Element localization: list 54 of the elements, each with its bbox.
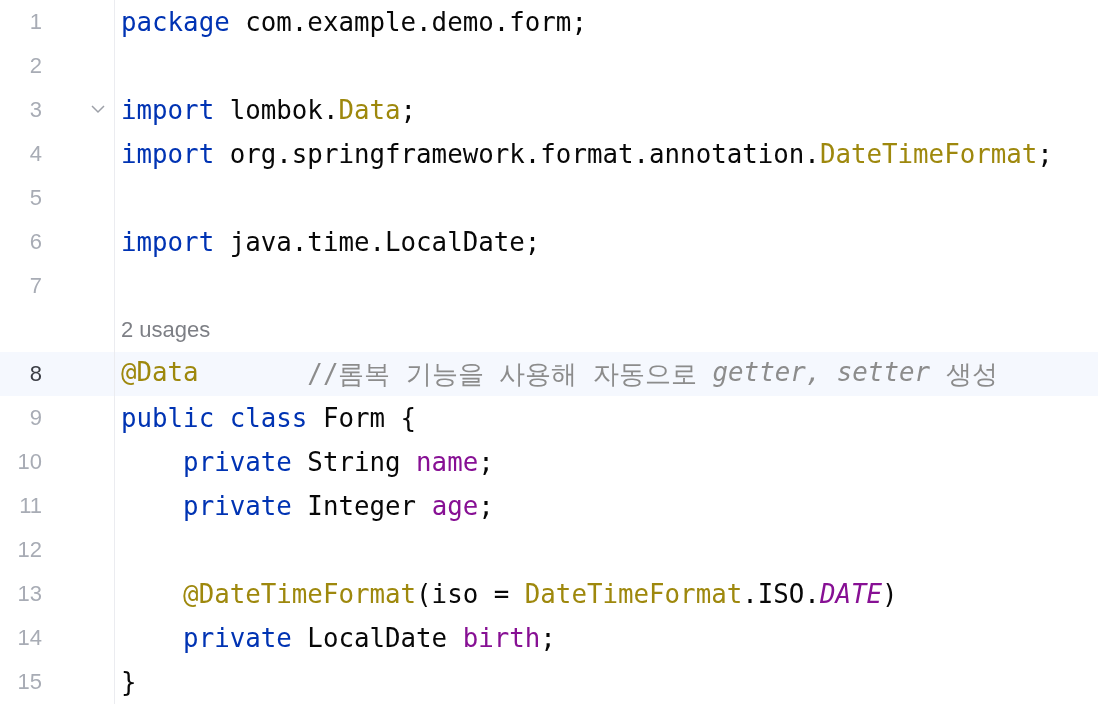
code-text: java.time.LocalDate; [228,227,541,257]
code-comment: 생성 [944,357,998,391]
code-annotation: Data [338,95,401,125]
code-text: String [306,447,402,477]
code-keyword: package [121,7,230,37]
code-text: lombok. [228,95,339,125]
code-keyword: import [121,139,215,169]
line-number: 14 [16,625,42,651]
line-number: 3 [28,97,42,123]
line-number: 10 [16,449,42,475]
code-text: ; [1037,139,1053,169]
line-number: 12 [16,537,42,563]
code-text: ; [400,95,417,125]
line-number: 1 [28,9,42,35]
code-field: birth [462,623,541,653]
code-text: com.example.demo.form; [244,7,587,37]
fold-chevron-icon[interactable] [91,104,105,114]
line-number: 9 [28,405,42,431]
code-keyword: import [121,95,215,125]
code-text: (iso = [416,579,511,609]
code-text: } [121,667,137,697]
code-field: age [431,491,479,521]
line-number: 15 [16,669,42,695]
code-keyword: public class [121,403,308,433]
code-text: Form { [321,403,417,433]
line-number: 2 [28,53,42,79]
line-number: 8 [28,361,42,387]
usages-hint[interactable]: 2 usages [115,317,211,343]
code-comment: //롬복 기능을 사용해 자동으로 [306,357,699,391]
code-text: LocalDate [306,623,449,653]
code-comment: getter, setter [712,356,930,389]
code-annotation: @DateTimeFormat [182,579,417,609]
code-keyword: private [182,447,292,477]
line-number: 6 [28,229,42,255]
code-text: ; [540,623,556,653]
line-number: 7 [28,273,42,299]
code-text: ; [478,447,494,477]
code-annotation: DateTimeFormat [524,579,743,609]
line-number: 11 [18,493,42,519]
code-keyword: private [182,491,292,521]
code-annotation: @Data [121,356,199,389]
line-number: 13 [16,581,42,607]
code-keyword: private [182,623,292,653]
code-keyword: import [121,227,215,257]
line-number: 4 [28,141,42,167]
code-text: Integer [306,491,418,521]
line-number: 5 [28,185,42,211]
code-field: name [416,447,479,477]
code-annotation: DateTimeFormat [819,139,1038,169]
code-text: ; [478,491,494,521]
code-constant: DATE [819,579,883,609]
code-text: org.springframework.format.annotation. [228,139,820,169]
code-text: ) [882,579,898,609]
code-text: .ISO. [742,579,820,609]
